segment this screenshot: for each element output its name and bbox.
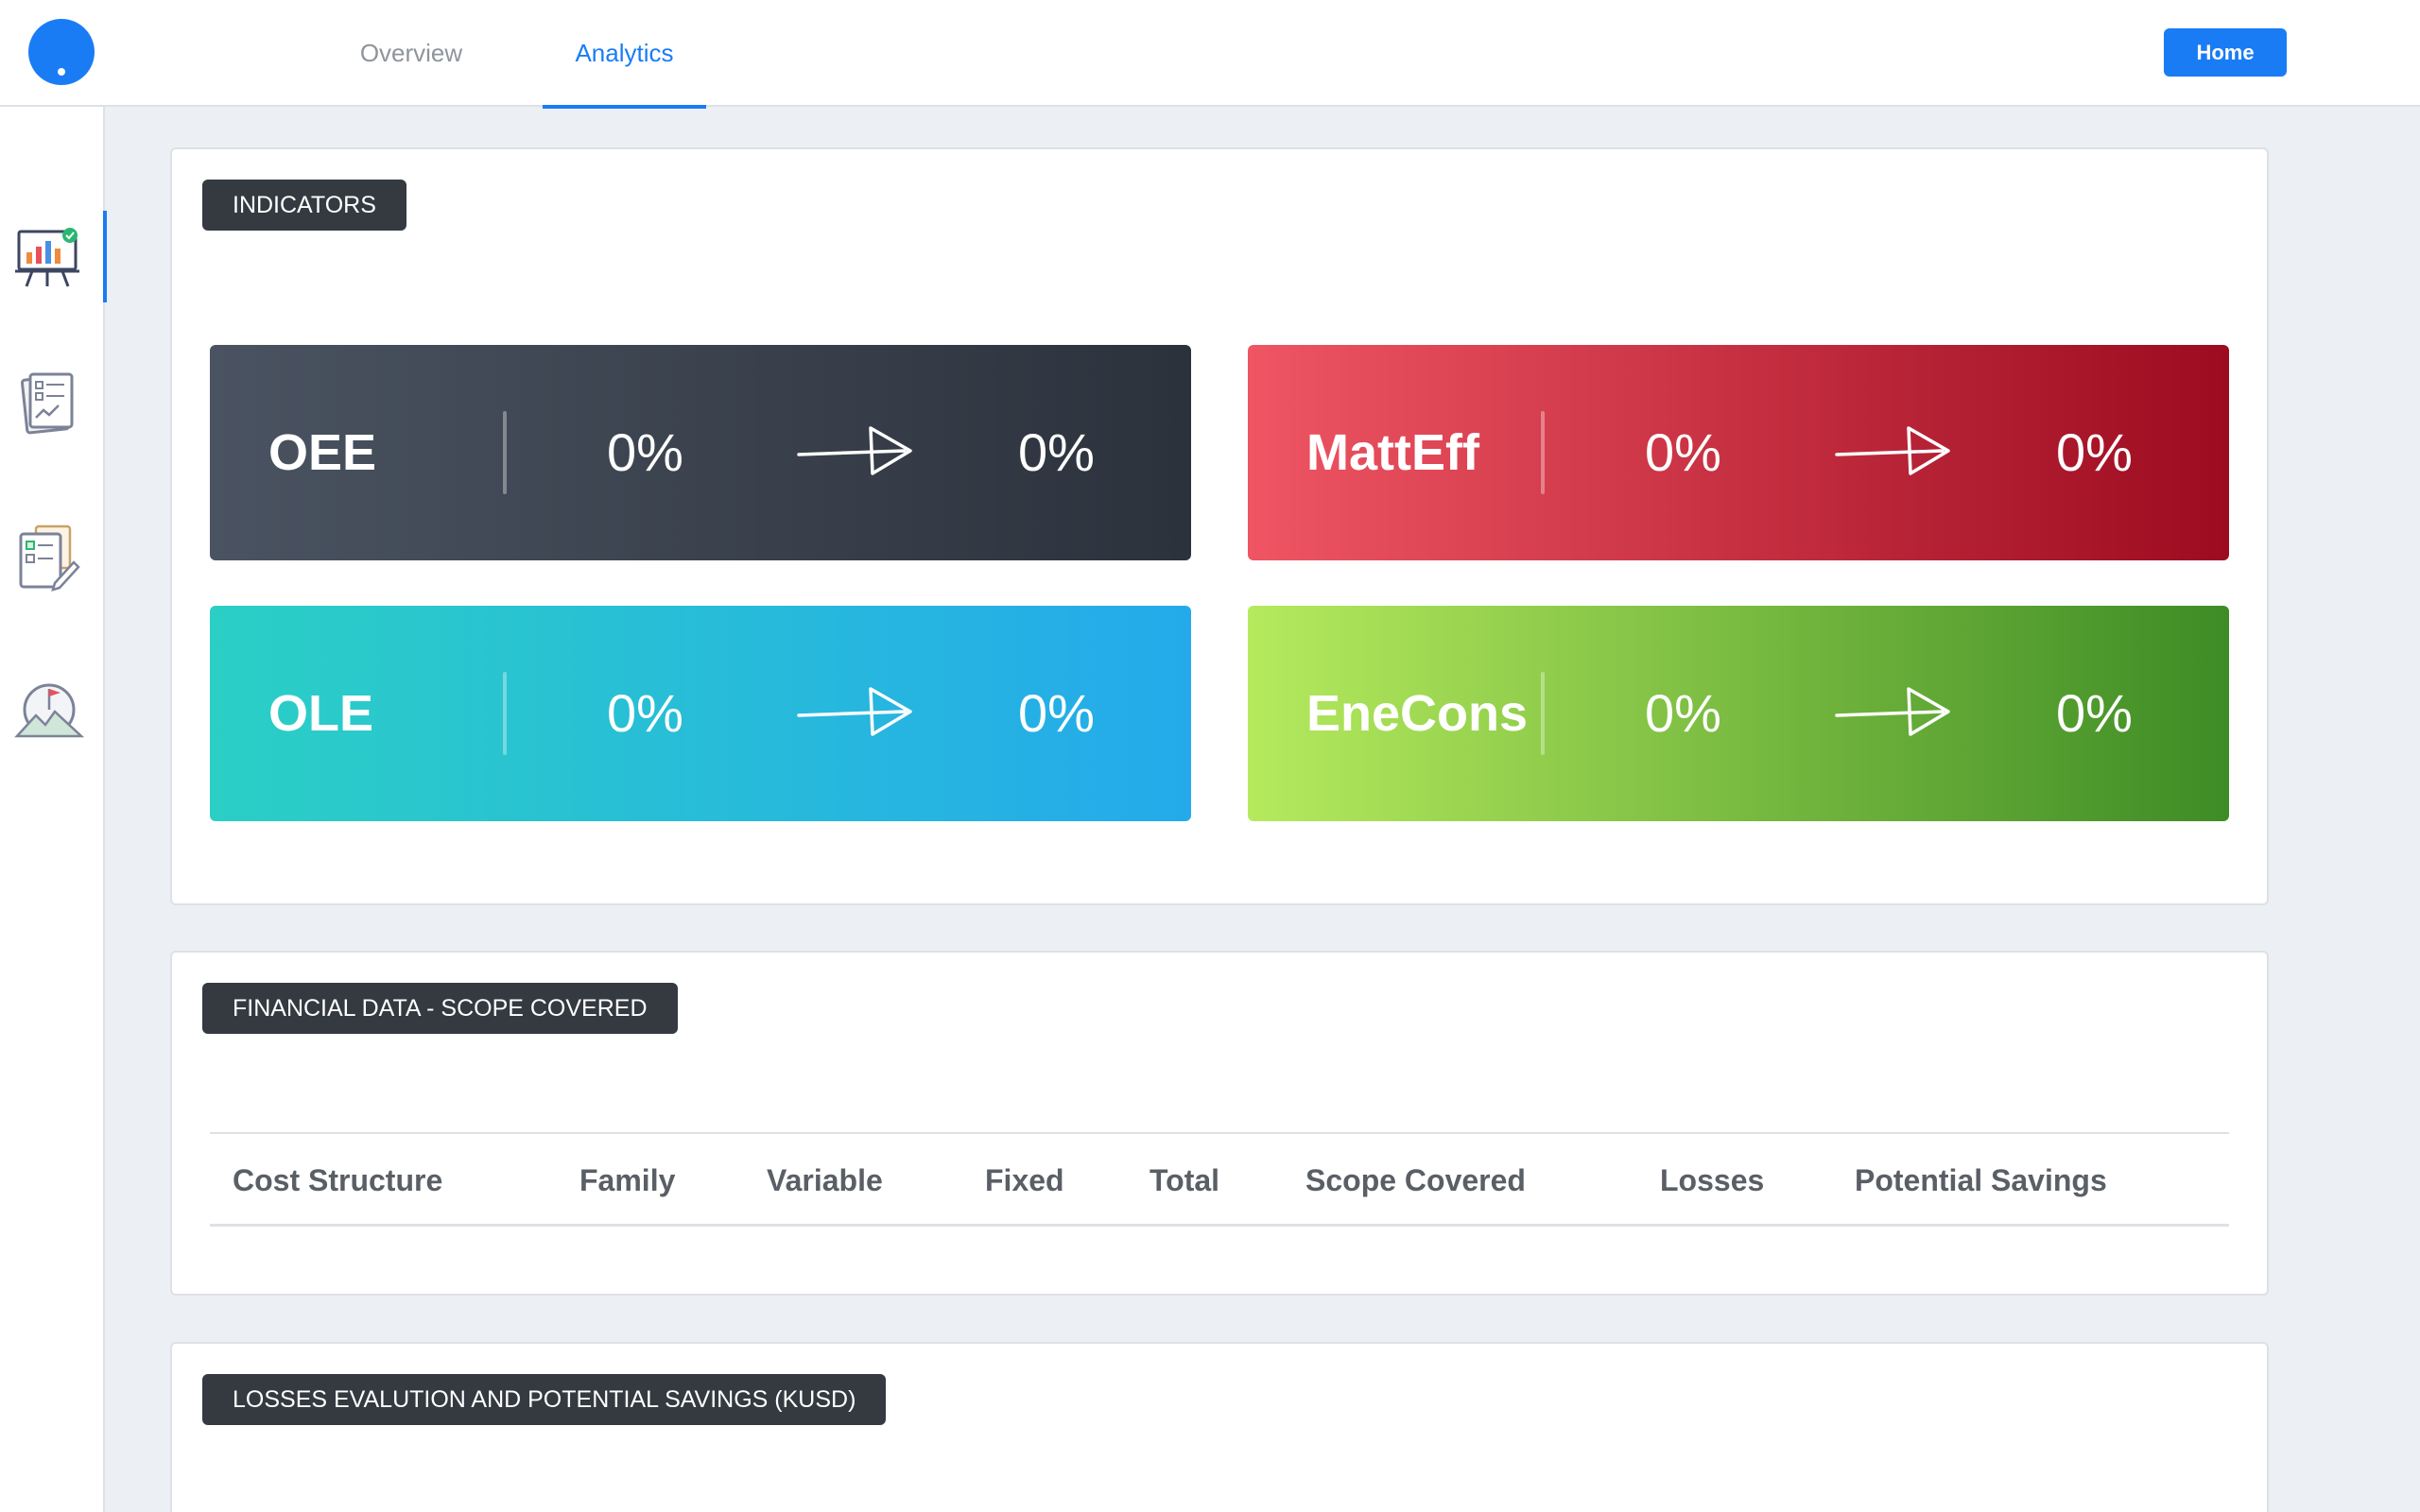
kpi-name: EneCons	[1306, 685, 1529, 742]
app-logo[interactable]	[28, 19, 95, 85]
kpi-name: MattEff	[1306, 424, 1479, 481]
kpi-card-oee[interactable]: OEE 0% 0%	[210, 345, 1191, 560]
kpi-name: OEE	[268, 424, 377, 481]
kpi-divider	[503, 672, 507, 755]
top-navbar: Overview Analytics Home	[0, 0, 2420, 109]
financial-table-header: Cost Structure Family Variable Fixed Tot…	[210, 1132, 2229, 1227]
sidebar-item-checklist[interactable]	[0, 511, 105, 606]
arrow-right-icon	[1835, 426, 1950, 475]
column-header-potential-savings[interactable]: Potential Savings	[1855, 1134, 2107, 1227]
kpi-name: OLE	[268, 685, 374, 742]
checklist-edit-icon	[19, 524, 80, 592]
column-header-cost-structure[interactable]: Cost Structure	[233, 1134, 442, 1227]
column-header-total[interactable]: Total	[1150, 1134, 1219, 1227]
sidebar-item-reports[interactable]	[0, 357, 105, 452]
kpi-to-value: 0%	[2056, 683, 2133, 743]
indicators-panel: INDICATORS OEE 0% 0% MattEff 0% 0% OLE 0…	[170, 147, 2269, 905]
losses-panel: LOSSES EVALUTION AND POTENTIAL SAVINGS (…	[170, 1342, 2269, 1512]
mountain-flag-icon	[14, 683, 85, 738]
presentation-chart-icon	[15, 228, 79, 287]
financial-title: FINANCIAL DATA - SCOPE COVERED	[202, 983, 678, 1034]
kpi-from-value: 0%	[1645, 422, 1721, 482]
kpi-divider	[1541, 672, 1545, 755]
report-checklist-icon	[20, 372, 74, 435]
active-tab-indicator	[543, 105, 706, 109]
losses-title: LOSSES EVALUTION AND POTENTIAL SAVINGS (…	[202, 1374, 887, 1425]
arrow-right-icon	[797, 687, 912, 736]
kpi-card-enecons[interactable]: EneCons 0% 0%	[1248, 606, 2229, 821]
tab-analytics-label: Analytics	[575, 39, 674, 67]
arrow-right-icon	[1835, 687, 1950, 736]
kpi-to-value: 0%	[2056, 422, 2133, 482]
kpi-from-value: 0%	[1645, 683, 1721, 743]
sidebar-item-dashboard[interactable]	[0, 211, 107, 305]
indicators-title: INDICATORS	[202, 180, 406, 231]
financial-panel: FINANCIAL DATA - SCOPE COVERED Cost Stru…	[170, 951, 2269, 1296]
column-header-scope-covered[interactable]: Scope Covered	[1305, 1134, 1526, 1227]
column-header-variable[interactable]: Variable	[767, 1134, 883, 1227]
kpi-to-value: 0%	[1018, 422, 1095, 482]
home-button[interactable]: Home	[2164, 28, 2287, 77]
kpi-from-value: 0%	[607, 422, 683, 482]
tab-overview[interactable]: Overview	[340, 0, 482, 107]
logo-dot	[58, 68, 65, 76]
tab-analytics[interactable]: Analytics	[543, 0, 706, 109]
column-header-family[interactable]: Family	[579, 1134, 675, 1227]
kpi-from-value: 0%	[607, 683, 683, 743]
kpi-to-value: 0%	[1018, 683, 1095, 743]
column-header-fixed[interactable]: Fixed	[985, 1134, 1064, 1227]
column-header-losses[interactable]: Losses	[1660, 1134, 1764, 1227]
kpi-divider	[503, 411, 507, 494]
kpi-card-ole[interactable]: OLE 0% 0%	[210, 606, 1191, 821]
arrow-right-icon	[797, 426, 912, 475]
sidebar	[0, 107, 107, 1512]
sidebar-item-goals[interactable]	[0, 664, 105, 759]
kpi-divider	[1541, 411, 1545, 494]
kpi-card-matteff[interactable]: MattEff 0% 0%	[1248, 345, 2229, 560]
